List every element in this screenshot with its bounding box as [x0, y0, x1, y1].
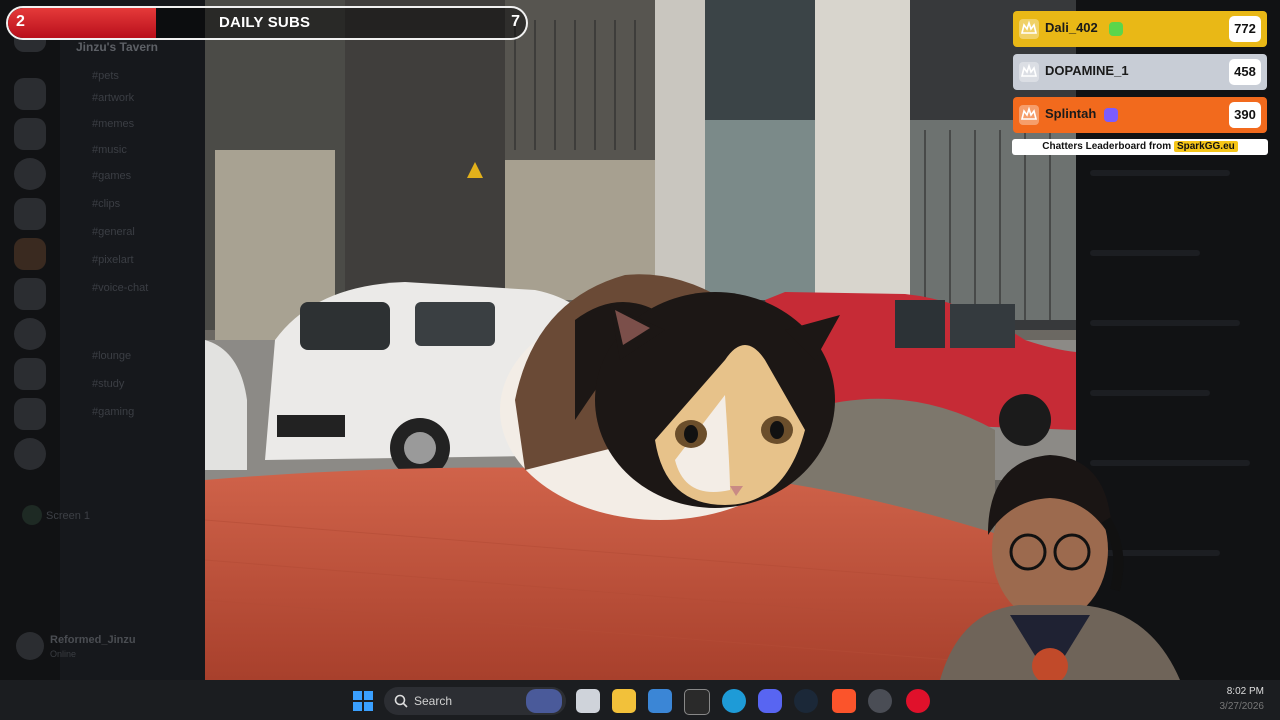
- daily-subs-progress: 2 DAILY SUBS 7: [6, 6, 528, 40]
- server-name[interactable]: Jinzu's Tavern: [76, 40, 158, 54]
- channel-item[interactable]: #artwork: [78, 92, 134, 104]
- leaderboard-score: 390: [1229, 102, 1261, 128]
- obs-icon[interactable]: [684, 689, 710, 715]
- crown-icon: [1019, 19, 1039, 39]
- channel-item[interactable]: #voice-chat: [78, 282, 148, 294]
- crown-icon: [1019, 105, 1039, 125]
- user-panel[interactable]: Reformed_Jinzu Online: [16, 630, 196, 666]
- channel-item[interactable]: #clips: [78, 198, 120, 210]
- voice-connected-icon: [22, 505, 42, 525]
- leaderboard-name: Splintah: [1045, 106, 1097, 121]
- leaderboard-footer: Chatters Leaderboard from SparkGG.eu: [1012, 139, 1268, 155]
- chat-line: [1090, 250, 1200, 256]
- leaderboard-name: Dali_402: [1045, 20, 1098, 35]
- channel-item[interactable]: #games: [78, 170, 131, 182]
- guild-icon[interactable]: [14, 158, 46, 190]
- guild-icon[interactable]: [14, 238, 46, 270]
- channel-item[interactable]: #pets: [78, 70, 119, 82]
- voice-channel-label: Screen 1: [46, 510, 91, 522]
- guild-icon[interactable]: [14, 438, 46, 470]
- leaderboard-name: DOPAMINE_1: [1045, 63, 1129, 78]
- chat-line: [1090, 170, 1230, 176]
- widget-icon[interactable]: [526, 689, 562, 713]
- taskbar-search[interactable]: Search: [384, 687, 566, 715]
- guild-list: [0, 0, 60, 680]
- leaderboard-brand: SparkGG.eu: [1173, 141, 1238, 152]
- streamer-webcam: [940, 440, 1230, 680]
- leaderboard-footer-text: Chatters Leaderboard from: [1042, 141, 1172, 152]
- chrome-icon[interactable]: [868, 689, 892, 713]
- channel-item[interactable]: #gaming: [78, 406, 134, 418]
- sub-badge-icon: [1109, 22, 1123, 36]
- chat-line: [1090, 390, 1210, 396]
- sub-badge-icon: [1104, 108, 1118, 122]
- chat-line: [1090, 320, 1240, 326]
- discord-sidebar: Jinzu's Tavern #pets #artwork #memes #mu…: [0, 0, 205, 680]
- task-view-icon[interactable]: [576, 689, 600, 713]
- opera-icon[interactable]: [906, 689, 930, 713]
- search-placeholder: Search: [414, 694, 453, 708]
- discord-icon[interactable]: [758, 689, 782, 713]
- daily-subs-fill: [8, 8, 156, 38]
- edge-icon[interactable]: [722, 689, 746, 713]
- leaderboard-row: Dali_402 772: [1013, 11, 1267, 47]
- guild-icon[interactable]: [14, 78, 46, 110]
- guild-icon[interactable]: [14, 278, 46, 310]
- user-status: Online: [50, 649, 77, 659]
- daily-subs-current: 2: [16, 13, 25, 30]
- guild-icon[interactable]: [14, 358, 46, 390]
- username: Reformed_Jinzu: [50, 634, 136, 646]
- channel-item[interactable]: #music: [78, 144, 127, 156]
- leaderboard-score: 772: [1229, 16, 1261, 42]
- daily-subs-goal: 7: [511, 13, 520, 30]
- leaderboard-row: DOPAMINE_1 458: [1013, 54, 1267, 90]
- leaderboard-score: 458: [1229, 59, 1261, 85]
- file-explorer-icon[interactable]: [612, 689, 636, 713]
- start-icon[interactable]: [352, 690, 374, 712]
- channel-item[interactable]: #pixelart: [78, 254, 134, 266]
- leaderboard-row: Splintah 390: [1013, 97, 1267, 133]
- guild-icon[interactable]: [14, 118, 46, 150]
- brave-icon[interactable]: [832, 689, 856, 713]
- channel-item[interactable]: #general: [78, 226, 135, 238]
- guild-icon[interactable]: [14, 318, 46, 350]
- search-icon: [394, 694, 408, 708]
- steam-icon[interactable]: [794, 689, 818, 713]
- taskbar: [0, 680, 1280, 720]
- channel-item[interactable]: #study: [78, 378, 124, 390]
- guild-icon[interactable]: [14, 398, 46, 430]
- channel-item[interactable]: #lounge: [78, 350, 131, 362]
- store-icon[interactable]: [648, 689, 672, 713]
- avatar[interactable]: [16, 632, 44, 660]
- daily-subs-title: DAILY SUBS: [219, 14, 311, 31]
- channel-item[interactable]: #memes: [78, 118, 134, 130]
- crown-icon: [1019, 62, 1039, 82]
- guild-icon[interactable]: [14, 198, 46, 230]
- taskbar-date[interactable]: 3/27/2026: [1210, 701, 1265, 712]
- taskbar-clock[interactable]: 8:02 PM: [1222, 686, 1264, 697]
